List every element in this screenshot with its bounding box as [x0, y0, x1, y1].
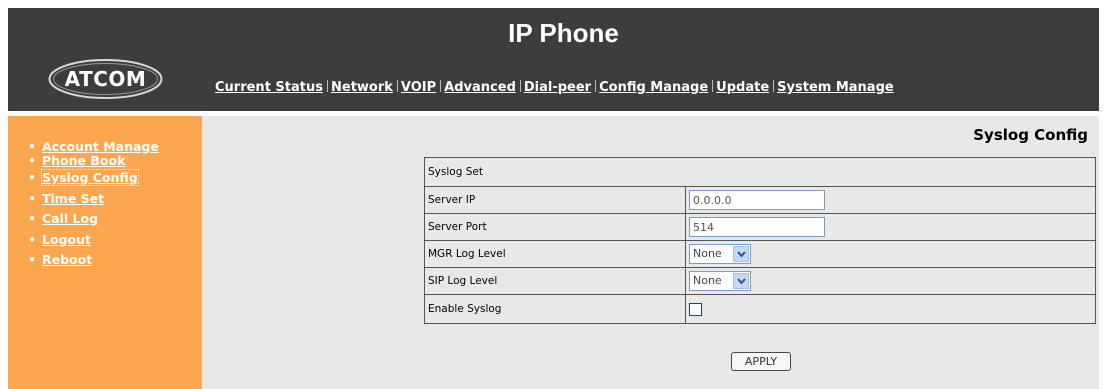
apply-button[interactable]: APPLY: [731, 352, 791, 371]
section-header: Syslog Set: [424, 157, 1096, 187]
server-ip-input[interactable]: [689, 190, 825, 210]
nav-advanced[interactable]: Advanced: [444, 80, 516, 95]
sip-log-level-value: None: [693, 274, 722, 287]
nav-separator: [327, 80, 328, 92]
chevron-down-icon: [733, 246, 749, 262]
sidebar-item-time-set: • Time Set: [28, 190, 105, 206]
nav-separator: [519, 80, 521, 92]
header-bar: ATCOM IP Phone Current Status Network VOIP…: [8, 8, 1099, 111]
sidebar-item-reboot: • Reboot: [28, 252, 93, 267]
enable-syslog-label: Enable Syslog: [424, 294, 686, 324]
sip-log-level-select[interactable]: None: [689, 271, 751, 291]
sidebar-item-account-manage: • Account Manage: [28, 139, 159, 154]
syslog-config-table: Syslog Set Server IP Server Port MGR Log…: [424, 157, 1096, 324]
nav-separator: [712, 80, 714, 92]
server-port-input[interactable]: [689, 217, 825, 237]
nav-config-manage[interactable]: Config Manage: [599, 80, 708, 95]
page-title: Syslog Config: [973, 126, 1088, 144]
sidebar-link-reboot[interactable]: Reboot: [42, 252, 92, 267]
nav-update[interactable]: Update: [716, 80, 769, 95]
sidebar-link-phone-book[interactable]: Phone Book: [42, 153, 125, 168]
chevron-down-icon: [733, 273, 749, 289]
nav-dial-peer[interactable]: Dial-peer: [524, 80, 591, 95]
nav-current-status[interactable]: Current Status: [215, 80, 323, 95]
sidebar-link-call-log[interactable]: Call Log: [42, 211, 98, 226]
sidebar-item-call-log: • Call Log: [28, 211, 99, 226]
top-nav: Current Status Network VOIP Advanced Dial-pe…: [215, 80, 894, 96]
sidebar-item-syslog-config: • Syslog Config: [28, 169, 139, 186]
nav-separator: [440, 80, 442, 92]
sip-log-level-label: SIP Log Level: [424, 267, 686, 295]
logo-text: ATCOM: [64, 67, 147, 91]
sidebar-item-phone-book: • Phone Book: [28, 153, 126, 168]
mgr-log-level-label: MGR Log Level: [424, 240, 686, 268]
nav-separator: [396, 80, 398, 92]
main-content: Syslog Config Syslog Set Server IP Serve…: [202, 116, 1099, 389]
sidebar: • Account Manage • Phone Book • Syslog Conf…: [8, 116, 202, 389]
sidebar-item-logout: • Logout: [28, 231, 91, 247]
nav-system-manage[interactable]: System Manage: [777, 80, 894, 95]
sidebar-link-logout[interactable]: Logout: [42, 232, 91, 247]
sidebar-link-syslog-config[interactable]: Syslog Config: [41, 169, 139, 186]
atcom-logo: ATCOM: [48, 58, 163, 100]
mgr-log-level-select[interactable]: None: [689, 244, 751, 264]
enable-syslog-checkbox[interactable]: [689, 302, 702, 316]
nav-network[interactable]: Network: [331, 80, 393, 95]
nav-separator: [773, 80, 775, 92]
page-header-title: IP Phone: [508, 18, 619, 48]
server-port-label: Server Port: [424, 213, 686, 241]
nav-separator: [595, 80, 597, 92]
server-ip-label: Server IP: [424, 186, 686, 214]
mgr-log-level-value: None: [693, 247, 722, 260]
sidebar-link-time-set[interactable]: Time Set: [42, 191, 104, 206]
sidebar-link-account-manage[interactable]: Account Manage: [42, 139, 159, 154]
nav-voip[interactable]: VOIP: [401, 80, 436, 95]
